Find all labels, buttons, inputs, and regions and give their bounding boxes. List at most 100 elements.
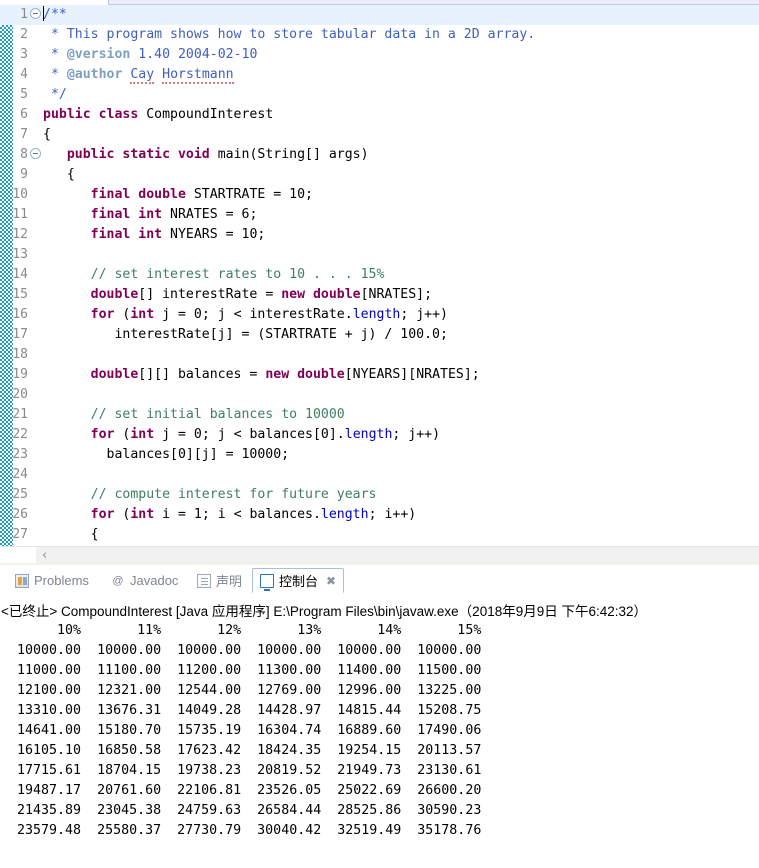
code-line[interactable]: 3 * @version 1.40 2004-02-10 — [0, 45, 759, 65]
code-text: public static void main(String[] args) — [43, 145, 369, 165]
code-line[interactable]: 14 // set interest rates to 10 . . . 15% — [0, 265, 759, 285]
code-text: { — [43, 125, 51, 145]
code-line[interactable]: 12 final int NYEARS = 10; — [0, 225, 759, 245]
code-token: double — [90, 367, 139, 382]
tab-console[interactable]: 控制台 ✖ — [252, 568, 345, 593]
code-line[interactable]: 7{ — [0, 125, 759, 145]
code-token: [] interestRate = — [138, 287, 282, 302]
code-line[interactable]: 27 { — [0, 525, 759, 545]
tab-label: 控制台 — [279, 574, 319, 589]
code-line[interactable]: 8 public static void main(String[] args) — [0, 145, 759, 165]
code-token: [NRATES]; — [360, 287, 433, 302]
code-text: * This program shows how to store tabula… — [43, 25, 535, 45]
close-icon[interactable]: ✖ — [326, 574, 336, 588]
code-token: j = 0; j < balances[0]. — [154, 427, 345, 442]
code-line[interactable]: 20 — [0, 385, 759, 405]
tab-label: Javadoc — [130, 573, 179, 588]
fold-collapse-icon[interactable] — [30, 148, 41, 159]
line-number: 26 — [12, 507, 28, 522]
code-text: { — [43, 165, 75, 185]
scrollbar-corner — [0, 547, 36, 564]
code-line[interactable]: 6 public class CompoundInterest — [0, 105, 759, 125]
code-line[interactable]: 17 interestRate[j] = (STARTRATE + j) / 1… — [0, 325, 759, 345]
tab-javadoc[interactable]: @ Javadoc — [104, 568, 185, 593]
code-line[interactable]: 4 * @author Cay Horstmann — [0, 65, 759, 85]
code-line[interactable]: 10 final double STARTRATE = 10; — [0, 185, 759, 205]
line-number: 2 — [20, 27, 28, 42]
code-token: // set initial balances to 10000 — [90, 407, 345, 422]
code-text: final int NRATES = 6; — [43, 205, 258, 225]
code-token: length — [344, 427, 393, 442]
code-text: /** — [43, 5, 67, 25]
code-line[interactable]: 1 /** — [0, 5, 759, 25]
code-line[interactable]: 2 * This program shows how to store tabu… — [0, 25, 759, 45]
line-number: 23 — [12, 447, 28, 462]
line-number: 11 — [12, 207, 28, 222]
code-token: ( — [114, 507, 131, 522]
console-view[interactable]: <已终止> CompoundInterest [Java 应用程序] E:\Pr… — [0, 594, 759, 868]
line-number: 25 — [12, 487, 28, 502]
code-line[interactable]: 15 double[] interestRate = new double[NR… — [0, 285, 759, 305]
tab-declaration[interactable]: 声明 — [190, 568, 249, 593]
fold-collapse-icon[interactable] — [30, 8, 41, 19]
code-line[interactable]: 25 // compute interest for future years — [0, 485, 759, 505]
code-token: * — [43, 47, 67, 62]
tab-label: 声明 — [216, 574, 243, 589]
code-token: ( — [114, 427, 131, 442]
scroll-left-chevron-icon[interactable]: ‹ — [42, 548, 47, 563]
code-token: final int — [90, 227, 163, 242]
code-line[interactable]: 18 — [0, 345, 759, 365]
code-token: /** — [43, 7, 67, 22]
line-number: 16 — [12, 307, 28, 322]
code-token: ( — [114, 307, 131, 322]
code-token: // set interest rates to 10 . . . 15% — [90, 267, 385, 282]
code-text: * @author Cay Horstmann — [43, 65, 234, 85]
view-tab-bar: Problems @ Javadoc 声明 控制台 ✖ — [0, 566, 759, 595]
code-line[interactable]: 5 */ — [0, 85, 759, 105]
code-line[interactable]: 21 // set initial balances to 10000 — [0, 405, 759, 425]
code-line[interactable]: 23 balances[0][j] = 10000; — [0, 445, 759, 465]
tab-problems[interactable]: Problems — [8, 568, 96, 593]
code-line[interactable]: 19 double[][] balances = new double[NYEA… — [0, 365, 759, 385]
code-token: * This program shows how to store tabula… — [43, 27, 536, 42]
code-token: j = 0; j < interestRate. — [154, 307, 353, 322]
code-line[interactable]: 9 { — [0, 165, 759, 185]
console-output[interactable]: 10% 11% 12% 13% 14% 15% 10000.00 10000.0… — [0, 621, 759, 841]
line-number: 5 — [20, 87, 28, 102]
code-text: double[] interestRate = new double[NRATE… — [43, 285, 432, 305]
line-number: 21 — [12, 407, 28, 422]
line-number: 1 — [20, 7, 28, 22]
code-line[interactable]: 13 — [0, 245, 759, 265]
line-number: 24 — [12, 467, 28, 482]
code-line[interactable]: 11 final int NRATES = 6; — [0, 205, 759, 225]
code-token: STARTRATE = 10; — [185, 187, 313, 202]
code-text: for (int j = 0; j < interestRate.length;… — [43, 305, 448, 325]
code-line[interactable]: 16 for (int j = 0; j < interestRate.leng… — [0, 305, 759, 325]
code-text: double[][] balances = new double[NYEARS]… — [43, 365, 480, 385]
code-token: */ — [43, 87, 67, 102]
code-token: * — [43, 67, 67, 82]
problems-icon — [15, 573, 29, 588]
code-lines[interactable]: 1 /** 2 * This program shows how to store … — [0, 5, 759, 546]
line-number: 17 — [12, 327, 28, 342]
java-editor[interactable]: 1 /** 2 * This program shows how to store … — [0, 5, 759, 546]
code-token: double — [90, 287, 139, 302]
code-token: interestRate[j] = (STARTRATE + j) / 100.… — [43, 327, 448, 342]
code-line[interactable]: 24 — [0, 465, 759, 485]
code-line[interactable]: 22 for (int j = 0; j < balances[0].lengt… — [0, 425, 759, 445]
editor-horizontal-scrollbar[interactable]: ‹ — [0, 546, 759, 564]
code-token: for — [90, 507, 115, 522]
line-number: 7 — [20, 127, 28, 142]
code-token: [NYEARS][NRATES]; — [344, 367, 480, 382]
console-icon — [260, 574, 274, 591]
line-number: 6 — [20, 107, 28, 122]
code-token: for — [90, 427, 115, 442]
code-line[interactable]: 26 for (int i = 1; i < balances.length; … — [0, 505, 759, 525]
code-token: balances[0][j] = 10000; — [43, 447, 290, 462]
scrollbar-track[interactable] — [36, 547, 759, 564]
code-token: final double — [90, 187, 186, 202]
